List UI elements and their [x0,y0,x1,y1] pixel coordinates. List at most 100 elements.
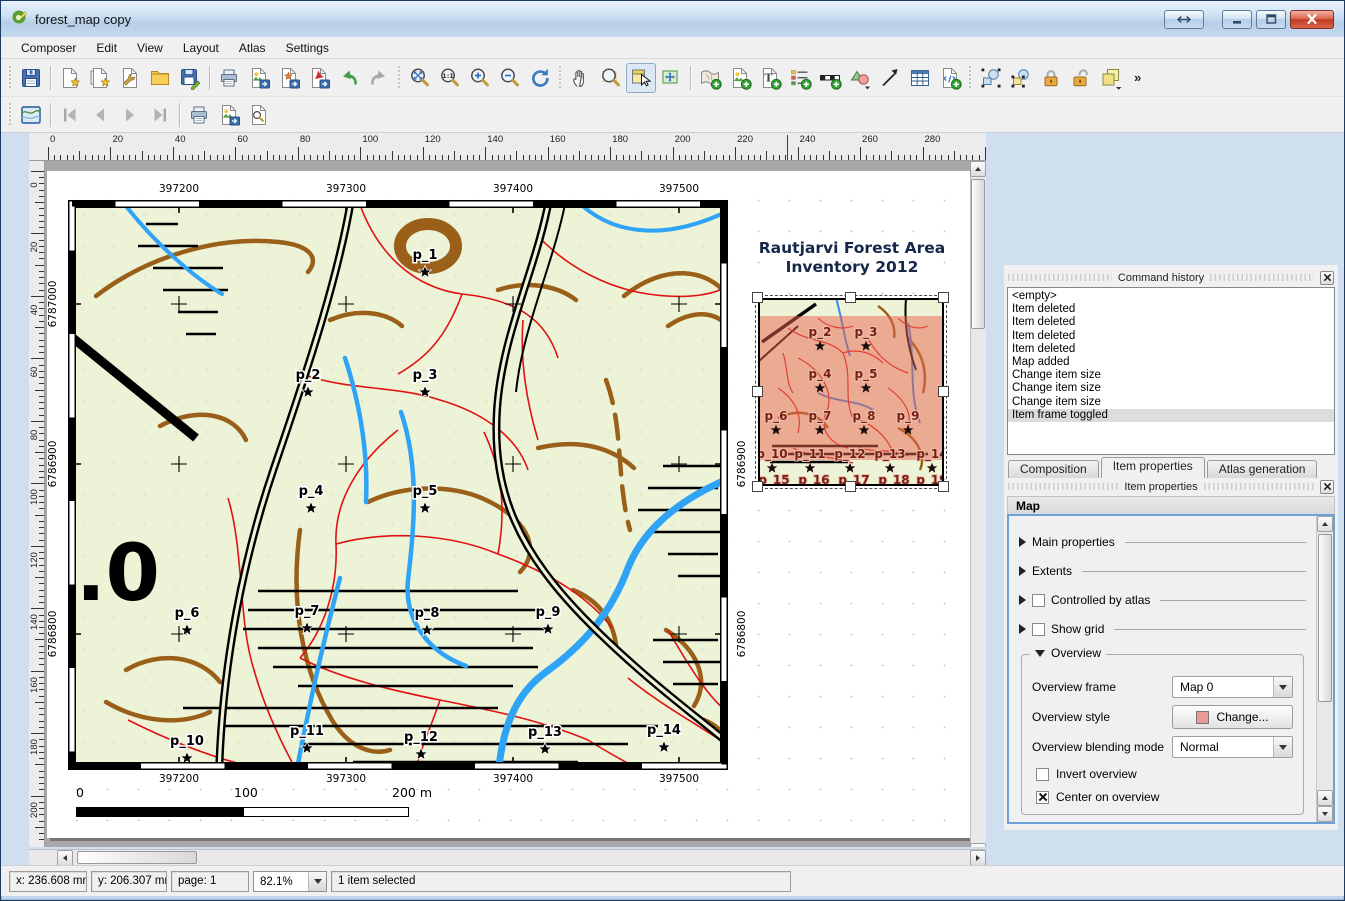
command-history-close-icon[interactable] [1320,271,1334,285]
section-main-properties[interactable]: Main properties [1013,531,1312,553]
tab-item-properties[interactable]: Item properties [1101,457,1205,478]
zoom-full-button[interactable] [405,63,435,93]
load-from-template-button[interactable] [145,63,175,93]
export-as-svg-button[interactable] [274,63,304,93]
scroll-left-button[interactable] [57,850,73,866]
scroll-up-button-2[interactable] [970,843,986,847]
lock-selected-items-button[interactable] [1036,63,1066,93]
history-item[interactable]: Item deleted [1008,330,1334,343]
command-history-list[interactable]: <empty>Item deletedItem deletedItem dele… [1007,287,1335,455]
selection-handle[interactable] [938,386,949,397]
toolbar-drag-handle[interactable] [557,66,564,90]
scroll-up-button[interactable] [970,161,986,177]
window-minimize-button[interactable] [1222,10,1252,29]
composer-canvas[interactable]: .0 p_1p_2p_3p_4p_5p_6p_7p_8p_9p_10p_11p_… [45,161,986,847]
toolbar-drag-handle[interactable] [7,66,14,90]
scroll-right-button[interactable] [970,850,986,866]
redo-button[interactable] [364,63,394,93]
zoom-actual-size-button[interactable]: 1:1 [435,63,465,93]
toolbar-overflow-icon[interactable]: » [1128,70,1147,85]
duplicate-composition-button[interactable] [85,63,115,93]
selection-handle[interactable] [938,292,949,303]
history-item[interactable]: Item deleted [1008,343,1334,356]
pan-button[interactable] [566,63,596,93]
tab-atlas-generation[interactable]: Atlas generation [1207,460,1318,478]
selection-handle[interactable] [752,292,763,303]
section-overview[interactable]: Overview [1030,646,1106,660]
menu-composer[interactable]: Composer [11,38,86,58]
atlas-settings-button[interactable] [244,100,274,130]
horizontal-scroll-thumb[interactable] [77,851,197,864]
new-composition-button[interactable] [55,63,85,93]
toolbar-drag-handle[interactable] [967,66,974,90]
history-item[interactable]: Item deleted [1008,316,1334,329]
history-item[interactable]: Item deleted [1008,303,1334,316]
map-item[interactable]: .0 p_1p_2p_3p_4p_5p_6p_7p_8p_9p_10p_11p_… [68,200,728,770]
item-properties-close-icon[interactable] [1320,480,1334,494]
selection-handle[interactable] [752,386,763,397]
add-new-map-button[interactable] [695,63,725,93]
raise-selected-items-button[interactable] [1096,63,1126,93]
refresh-view-button[interactable] [525,63,555,93]
history-item[interactable]: Change item size [1008,369,1334,382]
menu-edit[interactable]: Edit [86,38,127,58]
add-shape-button[interactable] [845,63,875,93]
composition-paper[interactable]: .0 p_1p_2p_3p_4p_5p_6p_7p_8p_9p_10p_11p_… [47,171,977,838]
add-attribute-table-button[interactable] [905,63,935,93]
save-as-template-button[interactable] [175,63,205,93]
section-show-grid[interactable]: Show grid [1013,618,1312,640]
selection-handle[interactable] [752,481,763,492]
properties-scrollbar[interactable] [1316,516,1333,822]
previous-feature-button[interactable] [85,100,115,130]
window-dock-button[interactable] [1164,10,1204,29]
undo-button[interactable] [334,63,364,93]
section-controlled-by-atlas[interactable]: Controlled by atlas [1013,589,1312,611]
section-extents[interactable]: Extents [1013,560,1312,582]
save-project-button[interactable] [16,63,46,93]
canvas-vertical-scrollbar[interactable] [970,161,986,847]
properties-scroll-thumb[interactable] [1318,534,1332,702]
print-button[interactable] [214,63,244,93]
overview-map-item[interactable]: p_2p_3p_4p_5p_6p_7p_8p_9p_10p_11p_12p_13… [758,298,944,486]
menu-view[interactable]: View [127,38,173,58]
group-items-button[interactable] [976,63,1006,93]
scroll-down-button[interactable] [1317,806,1333,822]
window-maximize-button[interactable] [1256,10,1286,29]
next-feature-button[interactable] [115,100,145,130]
center-on-overview-checkbox[interactable] [1036,791,1049,804]
print-atlas-button[interactable] [184,100,214,130]
scalebar-item[interactable]: 0100200 m [76,785,476,825]
select-move-item-button[interactable] [626,63,656,93]
window-close-button[interactable] [1290,10,1334,29]
unlock-all-items-button[interactable] [1066,63,1096,93]
menu-atlas[interactable]: Atlas [229,38,276,58]
overview-blending-combo[interactable]: Normal [1172,736,1293,758]
selection-handle[interactable] [845,292,856,303]
map-title-item[interactable]: Rautjarvi Forest Area Inventory 2012 [707,239,986,277]
add-html-frame-button[interactable] [935,63,965,93]
export-as-pdf-button[interactable] [304,63,334,93]
history-item[interactable]: <empty> [1008,290,1334,303]
overview-style-change-button[interactable]: Change... [1172,705,1293,729]
add-arrow-button[interactable] [875,63,905,93]
center-on-overview-row[interactable]: Center on overview [1032,790,1293,804]
zoom-out-button[interactable] [495,63,525,93]
add-label-button[interactable]: T [755,63,785,93]
history-item[interactable]: Change item size [1008,396,1334,409]
ungroup-items-button[interactable] [1006,63,1036,93]
invert-overview-checkbox[interactable] [1036,768,1049,781]
vertical-scroll-thumb[interactable] [971,179,985,329]
tab-composition[interactable]: Composition [1008,460,1099,478]
scroll-up-button[interactable] [1317,516,1333,532]
zoom-in-button[interactable] [465,63,495,93]
export-as-image-button[interactable] [244,63,274,93]
menu-layout[interactable]: Layout [173,38,229,58]
add-scalebar-button[interactable] [815,63,845,93]
add-image-button[interactable] [725,63,755,93]
history-item[interactable]: Item frame toggled [1008,409,1334,422]
zoom-region-button[interactable] [596,63,626,93]
last-feature-button[interactable] [145,100,175,130]
menu-settings[interactable]: Settings [276,38,339,58]
history-item[interactable]: Change item size [1008,382,1334,395]
zoom-level-combo[interactable]: 82.1% [253,871,327,892]
